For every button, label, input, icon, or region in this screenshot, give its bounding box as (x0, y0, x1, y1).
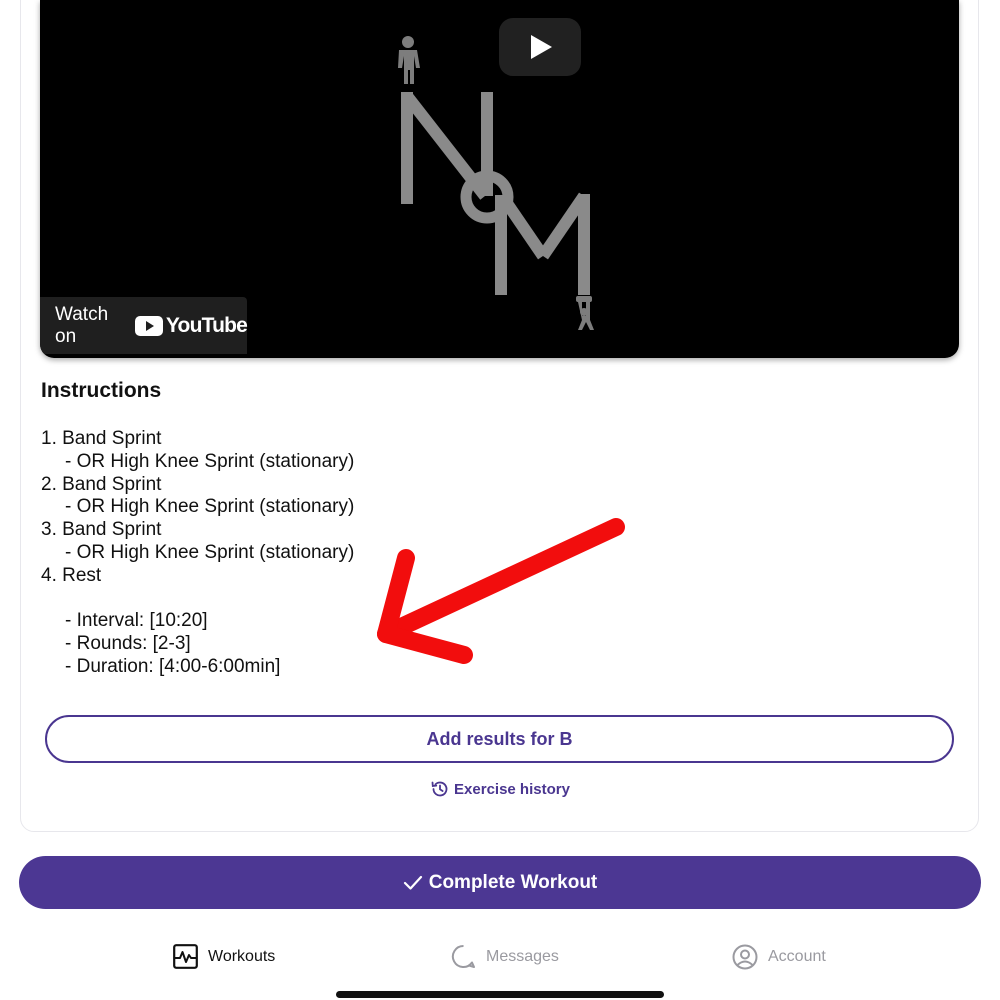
play-icon (531, 35, 552, 59)
tab-account-label: Account (768, 948, 826, 965)
watch-on-label: Watch on (55, 303, 109, 347)
play-button[interactable] (499, 18, 581, 76)
tab-messages-label: Messages (486, 947, 559, 965)
red-annotation-arrow (377, 518, 625, 664)
add-results-button[interactable]: Add results for B (45, 715, 954, 763)
youtube-wordmark: YouTube (165, 313, 248, 337)
history-icon (431, 781, 448, 797)
chat-bubble-icon (451, 944, 475, 968)
exercise-history-label: Exercise history (454, 780, 570, 798)
complete-workout-label: Complete Workout (428, 871, 598, 893)
tab-workouts-label: Workouts (208, 947, 276, 965)
checkmark-icon (403, 875, 422, 890)
home-indicator (336, 991, 664, 998)
complete-workout-button[interactable]: Complete Workout (19, 856, 981, 909)
instruction-line: - OR High Knee Sprint (stationary) (65, 450, 355, 472)
exercise-history-link[interactable]: Exercise history (0, 776, 1000, 802)
instruction-line: 2. Band Sprint (41, 473, 162, 495)
video-player[interactable]: Watch on YouTube (40, 0, 959, 358)
tab-messages[interactable]: Messages (451, 944, 559, 969)
youtube-play-icon (134, 315, 163, 336)
instructions-heading: Instructions (41, 379, 162, 402)
bottom-tab-bar: Workouts Messages Account (0, 930, 1000, 990)
tab-workouts[interactable]: Workouts (173, 944, 275, 969)
instruction-line: 1. Band Sprint (41, 428, 162, 449)
add-results-label: Add results for B (426, 728, 573, 749)
activity-icon (173, 944, 198, 969)
watch-on-youtube-link[interactable]: Watch on YouTube (40, 297, 248, 354)
youtube-logo: YouTube (134, 313, 248, 338)
tab-account[interactable]: Account (732, 944, 826, 970)
user-circle-icon (732, 944, 758, 970)
